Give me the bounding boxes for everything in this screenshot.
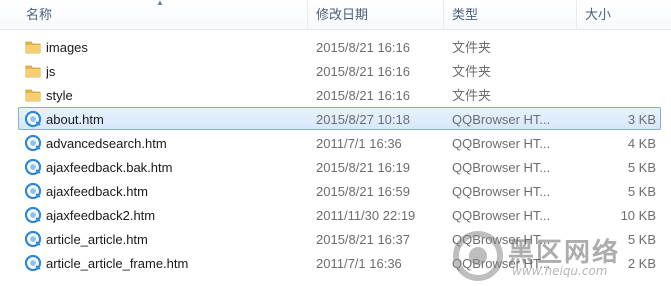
column-header-name-label: 名称 bbox=[26, 7, 53, 22]
file-row-article-article-frame-htm[interactable]: article_article_frame.htm 2011/7/1 16:36… bbox=[18, 251, 661, 274]
file-name: article_article_frame.htm bbox=[46, 256, 189, 271]
file-modified: 2011/11/30 22:19 bbox=[316, 208, 416, 223]
file-modified: 2011/7/1 16:36 bbox=[316, 256, 402, 271]
column-header-modified-label: 修改日期 bbox=[316, 7, 369, 22]
file-modified: 2015/8/21 16:16 bbox=[316, 88, 410, 103]
column-header-modified[interactable]: 修改日期 bbox=[308, 0, 443, 29]
file-row-style[interactable]: style 2015/8/21 16:16 文件夹 bbox=[18, 83, 661, 106]
qqbrowser-html-icon bbox=[24, 182, 42, 200]
file-row-ajaxfeedback-bak-htm[interactable]: ajaxfeedback.bak.htm 2015/8/21 16:19 QQB… bbox=[18, 155, 661, 178]
column-header-size[interactable]: 大小 bbox=[577, 0, 667, 29]
file-name: article_article.htm bbox=[46, 232, 148, 247]
column-header-size-label: 大小 bbox=[585, 7, 612, 22]
file-type: QQBrowser HT... bbox=[452, 136, 551, 151]
file-type: QQBrowser HT... bbox=[452, 160, 551, 175]
file-size bbox=[574, 84, 656, 105]
file-modified: 2015/8/27 10:18 bbox=[316, 112, 410, 127]
file-name: advancedsearch.htm bbox=[46, 136, 167, 151]
file-name: style bbox=[46, 88, 73, 103]
file-modified: 2011/7/1 16:36 bbox=[316, 136, 402, 151]
file-name: ajaxfeedback.htm bbox=[46, 184, 148, 199]
file-row-about-htm[interactable]: about.htm 2015/8/27 10:18 QQBrowser HT..… bbox=[18, 107, 661, 130]
qqbrowser-html-icon bbox=[24, 206, 42, 224]
file-size bbox=[574, 36, 656, 57]
file-size: 3 KB bbox=[627, 112, 656, 127]
file-size: 5 KB bbox=[627, 184, 656, 199]
qqbrowser-html-icon bbox=[24, 134, 42, 152]
folder-icon bbox=[24, 62, 42, 80]
column-header-bar: 名称 ▲ 修改日期 类型 大小 bbox=[0, 0, 671, 30]
file-type: QQBrowser HT... bbox=[452, 232, 551, 247]
file-type: 文件夹 bbox=[452, 64, 492, 79]
qqbrowser-html-icon bbox=[24, 158, 42, 176]
file-type: QQBrowser HT... bbox=[452, 184, 551, 199]
file-name: ajaxfeedback2.htm bbox=[46, 208, 156, 223]
file-modified: 2015/8/21 16:19 bbox=[316, 160, 410, 175]
file-modified: 2015/8/21 16:16 bbox=[316, 40, 410, 55]
file-name: about.htm bbox=[46, 112, 104, 127]
file-size: 10 KB bbox=[620, 208, 656, 223]
qqbrowser-html-icon bbox=[24, 110, 42, 128]
file-size: 5 KB bbox=[627, 160, 656, 175]
file-size bbox=[574, 60, 656, 81]
file-size: 4 KB bbox=[627, 136, 656, 151]
file-modified: 2015/8/21 16:59 bbox=[316, 184, 410, 199]
folder-icon bbox=[24, 38, 42, 56]
file-size: 5 KB bbox=[627, 232, 656, 247]
qqbrowser-html-icon bbox=[24, 230, 42, 248]
file-row-ajaxfeedback2-htm[interactable]: ajaxfeedback2.htm 2011/11/30 22:19 QQBro… bbox=[18, 203, 661, 226]
qqbrowser-html-icon bbox=[24, 254, 42, 272]
file-row-ajaxfeedback-htm[interactable]: ajaxfeedback.htm 2015/8/21 16:59 QQBrows… bbox=[18, 179, 661, 202]
file-row-advancedsearch-htm[interactable]: advancedsearch.htm 2011/7/1 16:36 QQBrow… bbox=[18, 131, 661, 154]
file-name: ajaxfeedback.bak.htm bbox=[46, 160, 173, 175]
file-modified: 2015/8/21 16:16 bbox=[316, 64, 410, 79]
file-row-article-article-htm[interactable]: article_article.htm 2015/8/21 16:37 QQBr… bbox=[18, 227, 661, 250]
file-row-js[interactable]: js 2015/8/21 16:16 文件夹 bbox=[18, 59, 661, 82]
file-type: 文件夹 bbox=[452, 88, 492, 103]
file-type: QQBrowser HT... bbox=[452, 256, 551, 271]
column-header-type[interactable]: 类型 bbox=[444, 0, 574, 29]
file-type: QQBrowser HT... bbox=[452, 112, 551, 127]
file-size: 2 KB bbox=[627, 256, 656, 271]
sort-ascending-icon: ▲ bbox=[156, 0, 164, 7]
column-header-type-label: 类型 bbox=[452, 7, 479, 22]
file-name: js bbox=[46, 64, 56, 79]
folder-icon bbox=[24, 86, 42, 104]
file-type: QQBrowser HT... bbox=[452, 208, 551, 223]
file-modified: 2015/8/21 16:37 bbox=[316, 232, 410, 247]
file-type: 文件夹 bbox=[452, 40, 492, 55]
file-name: images bbox=[46, 40, 88, 55]
file-row-images[interactable]: images 2015/8/21 16:16 文件夹 bbox=[18, 35, 661, 58]
